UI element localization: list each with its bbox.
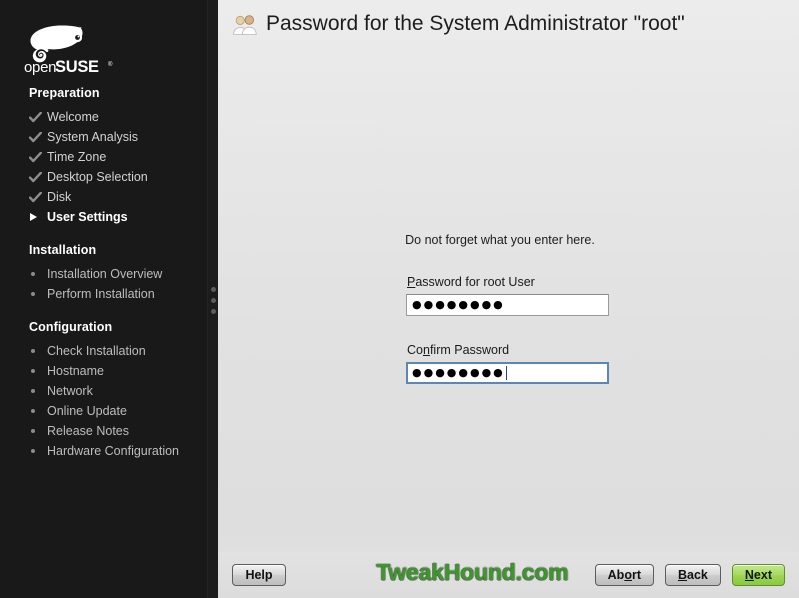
installer-step-nav: Preparation Welcome System Analysis Time… (0, 84, 218, 461)
sidebar-item-label: Release Notes (47, 424, 129, 438)
main-panel: Password for the System Administrator "r… (218, 0, 799, 598)
bullet-icon (29, 349, 47, 353)
page-title: Password for the System Administrator "r… (266, 12, 685, 35)
sidebar-item-label: Hardware Configuration (47, 444, 180, 458)
root-password-form: Do not forget what you enter here. Passw… (405, 233, 609, 395)
opensuse-logo: open SUSE ® (0, 0, 218, 76)
check-icon (29, 171, 47, 183)
check-icon (29, 131, 47, 143)
sidebar-item-perform-installation[interactable]: Perform Installation (0, 284, 218, 304)
confirm-password-input[interactable]: ●●●●●●●● (406, 362, 609, 384)
nav-heading-installation: Installation (29, 243, 97, 257)
sidebar-item-label: Desktop Selection (47, 170, 148, 184)
help-button-label: Help (245, 568, 273, 582)
footer-actions: Ab o rt Back Next (594, 564, 785, 586)
opensuse-logo-icon: open SUSE ® (24, 25, 113, 76)
bullet-icon (29, 369, 47, 373)
page-header: Password for the System Administrator "r… (218, 0, 799, 48)
sidebar-item-label: Installation Overview (47, 267, 163, 281)
abort-button[interactable]: Ab o rt (594, 564, 654, 586)
confirm-password-value: ●●●●●●●● (412, 366, 505, 379)
sidebar-splitter[interactable] (207, 0, 218, 598)
check-icon (29, 151, 47, 163)
next-button[interactable]: Next (731, 564, 785, 586)
sidebar-item-label: Welcome (47, 110, 99, 124)
bullet-icon (29, 272, 47, 276)
sidebar-item-release-notes[interactable]: Release Notes (0, 421, 218, 441)
sidebar-item-welcome[interactable]: Welcome (0, 107, 218, 127)
svg-text:open: open (24, 59, 56, 76)
nav-heading-configuration: Configuration (29, 320, 113, 334)
page-content: Do not forget what you enter here. Passw… (218, 48, 799, 552)
sidebar-item-label: System Analysis (47, 130, 139, 144)
sidebar-item-time-zone[interactable]: Time Zone (0, 147, 218, 167)
installer-window: open SUSE ® Preparation Welcome System A… (0, 0, 799, 598)
confirm-password-field-group: Confirm Password ●●●●●●●● (406, 343, 609, 384)
sidebar-item-user-settings[interactable]: User Settings (0, 207, 218, 227)
nav-heading-preparation: Preparation (29, 86, 100, 100)
sidebar-item-label: Perform Installation (47, 287, 155, 301)
root-password-field-group: Password for root User ●●●●●●●● (406, 275, 609, 316)
sidebar-item-disk[interactable]: Disk (0, 187, 218, 207)
confirm-password-label: Confirm Password (407, 343, 510, 357)
help-button[interactable]: Help (232, 564, 286, 586)
sidebar-item-hardware-configuration[interactable]: Hardware Configuration (0, 441, 218, 461)
sidebar-item-hostname[interactable]: Hostname (0, 361, 218, 381)
root-password-label: Password for root User (407, 275, 535, 289)
splitter-grip-icon (210, 287, 216, 320)
bullet-icon (29, 409, 47, 413)
tweakhound-watermark: TweakHound.com (376, 559, 569, 585)
sidebar-item-label: Online Update (47, 404, 127, 418)
bullet-icon (29, 449, 47, 453)
sidebar-item-label: Disk (47, 190, 72, 204)
root-password-value: ●●●●●●●● (412, 298, 505, 311)
sidebar-item-network[interactable]: Network (0, 381, 218, 401)
check-icon (29, 111, 47, 123)
sidebar-item-desktop-selection[interactable]: Desktop Selection (0, 167, 218, 187)
nav-group-configuration: Configuration Check Installation Hostnam… (0, 318, 218, 461)
bullet-icon (29, 292, 47, 296)
nav-group-installation: Installation Installation Overview Perfo… (0, 241, 218, 304)
installer-sidebar: open SUSE ® Preparation Welcome System A… (0, 0, 218, 598)
sidebar-item-check-installation[interactable]: Check Installation (0, 341, 218, 361)
nav-group-preparation: Preparation Welcome System Analysis Time… (0, 84, 218, 227)
sidebar-item-label: Time Zone (47, 150, 107, 164)
current-step-arrow-icon (29, 213, 47, 221)
sidebar-item-installation-overview[interactable]: Installation Overview (0, 264, 218, 284)
sidebar-item-label: User Settings (47, 210, 128, 224)
sidebar-item-system-analysis[interactable]: System Analysis (0, 127, 218, 147)
footer-button-bar: Help TweakHound.com Ab o rt Back Next (218, 552, 799, 598)
password-hint-text: Do not forget what you enter here. (405, 233, 595, 247)
sidebar-item-label: Check Installation (47, 344, 146, 358)
root-password-input[interactable]: ●●●●●●●● (406, 294, 609, 316)
opensuse-wordmark: open SUSE ® (24, 58, 113, 76)
bullet-icon (29, 389, 47, 393)
sidebar-item-online-update[interactable]: Online Update (0, 401, 218, 421)
svg-text:SUSE: SUSE (55, 58, 99, 76)
check-icon (29, 191, 47, 203)
sidebar-item-label: Network (47, 384, 93, 398)
sidebar-item-label: Hostname (47, 364, 104, 378)
users-icon (232, 12, 258, 38)
back-button[interactable]: Back (665, 564, 721, 586)
text-caret (505, 366, 507, 380)
bullet-icon (29, 429, 47, 433)
svg-text:®: ® (108, 61, 113, 68)
